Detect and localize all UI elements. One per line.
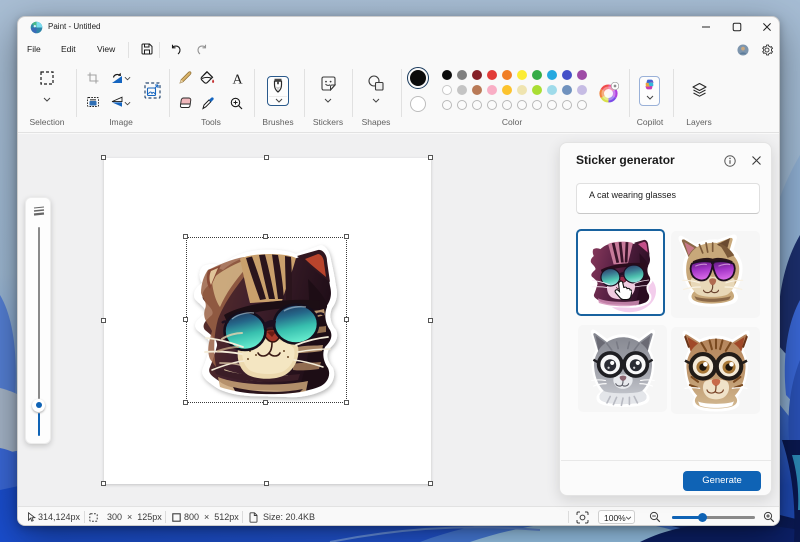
- svg-text:A: A: [232, 73, 243, 86]
